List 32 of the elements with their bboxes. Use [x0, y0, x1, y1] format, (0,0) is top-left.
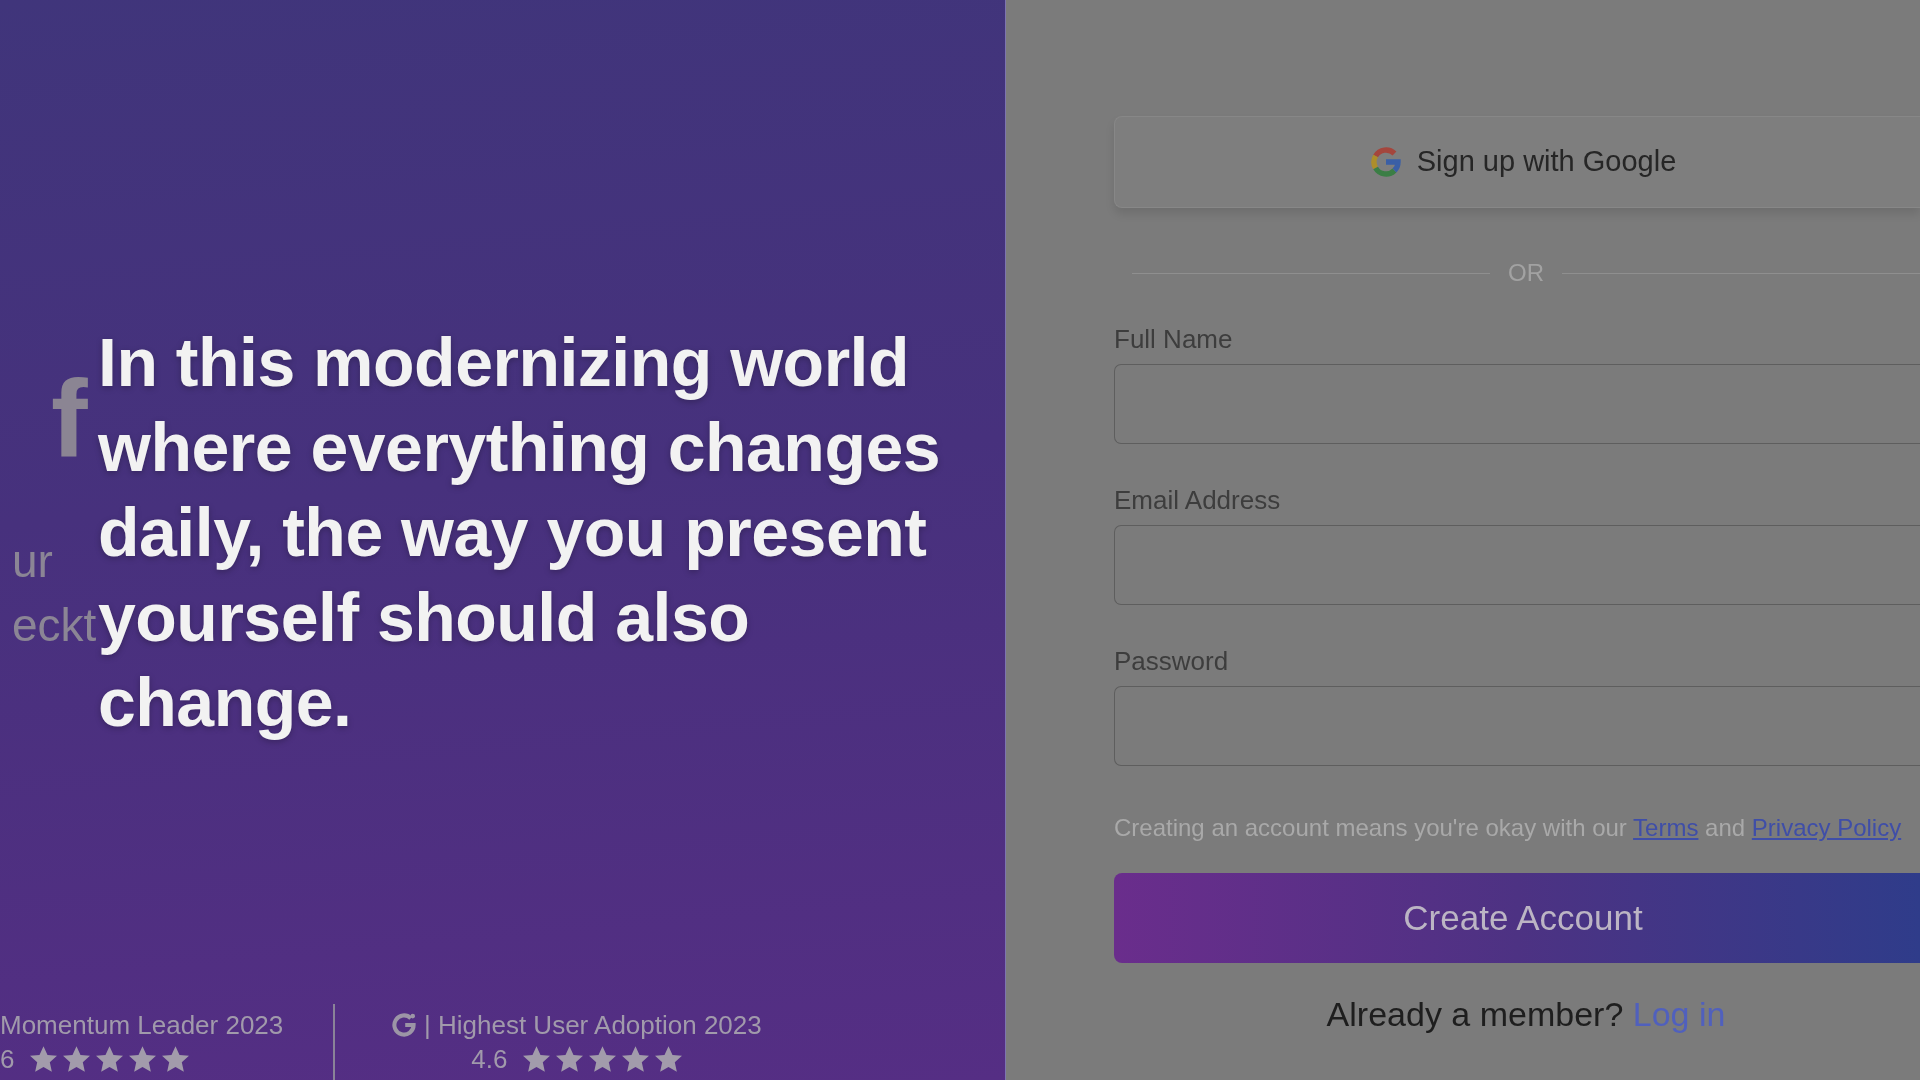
- award-title: | Highest User Adoption 2023: [424, 1009, 762, 1042]
- star-icon: [129, 1046, 157, 1072]
- rating-value: 6: [0, 1043, 15, 1076]
- input-field[interactable]: [1114, 686, 1920, 766]
- star-icon: [96, 1046, 124, 1072]
- star-icon: [523, 1046, 551, 1072]
- page-subtitle: ur: [12, 534, 53, 589]
- star-icon: [589, 1046, 617, 1072]
- page-subtitle: eckt: [12, 598, 97, 653]
- star-icon: [556, 1046, 584, 1072]
- login-prompt: Already a member? Log in: [1325, 994, 1727, 1034]
- star-icon: [63, 1046, 91, 1072]
- legal-link[interactable]: Privacy Policy: [1751, 814, 1902, 841]
- login-link[interactable]: Log in: [1632, 995, 1726, 1033]
- g-logo-icon: [1370, 147, 1401, 177]
- star-icon: [622, 1046, 650, 1072]
- legal-link[interactable]: Terms: [1633, 814, 1699, 841]
- google-signup-button[interactable]: Sign up with Google: [1114, 116, 1920, 208]
- input-field[interactable]: [1114, 525, 1920, 605]
- field-label: Email Address: [1114, 486, 1282, 515]
- star-icon: [30, 1046, 58, 1072]
- star-icon: [655, 1046, 683, 1072]
- award-title: Momentum Leader 2023: [0, 1009, 284, 1042]
- logo-icon: [392, 1013, 416, 1037]
- input-field[interactable]: [1114, 364, 1920, 444]
- video-caption: In this modernizing world where everything changes daily, the way you present yourself should also change.: [98, 323, 942, 742]
- field-label: Full Name: [1114, 325, 1234, 354]
- create-account-button[interactable]: Create Account: [1114, 873, 1920, 963]
- page-heading: f: [51, 363, 88, 473]
- star-icon: [162, 1046, 190, 1072]
- rating-value: 4.6: [471, 1043, 508, 1076]
- field-label: Password: [1114, 647, 1230, 676]
